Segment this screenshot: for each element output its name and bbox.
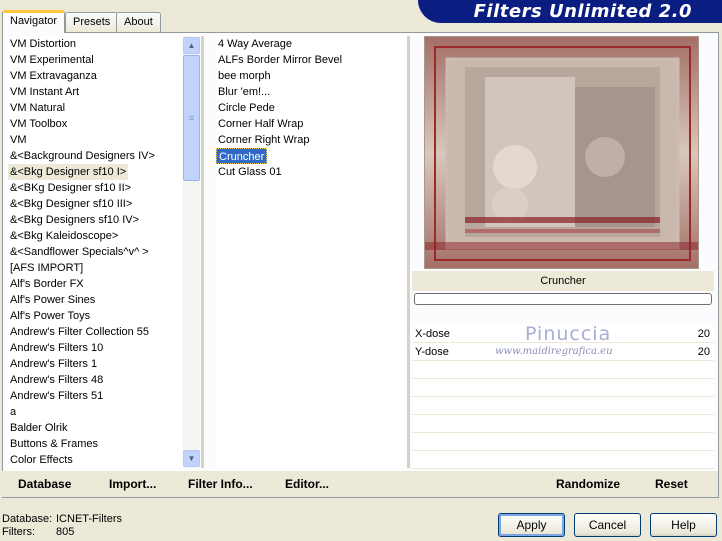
param-value: 20 (697, 346, 710, 358)
param-value: 20 (697, 328, 710, 340)
param-row-empty (412, 433, 714, 451)
chevron-down-icon: ▼ (187, 453, 196, 463)
category-item[interactable]: VM Distortion (8, 36, 78, 52)
category-item[interactable]: Andrew's Filters 51 (8, 388, 105, 404)
category-item[interactable]: Andrew's Filter Collection 55 (8, 324, 151, 340)
editor-link[interactable]: Editor... (285, 477, 329, 491)
category-scrollbar[interactable]: ▲ ≡ ▼ (183, 36, 200, 468)
preview-filter-name: Cruncher (412, 271, 714, 291)
category-item[interactable]: &<Bkg Designers sf10 IV> (8, 212, 141, 228)
category-item[interactable]: Buttons & Frames (8, 436, 100, 452)
category-item[interactable]: VM Toolbox (8, 116, 69, 132)
param-label: Y-dose (415, 346, 449, 358)
progress-bar (414, 293, 712, 305)
filter-item[interactable]: bee morph (216, 68, 273, 84)
category-item[interactable]: &<Bkg Kaleidoscope> (8, 228, 120, 244)
scroll-up-button[interactable]: ▲ (183, 37, 200, 54)
category-item[interactable]: Alf's Power Sines (8, 292, 97, 308)
status-filters-label: Filters: (2, 526, 35, 538)
param-row-empty (412, 361, 714, 379)
category-item[interactable]: Andrew's Filters 10 (8, 340, 105, 356)
tab-presets[interactable]: Presets (65, 12, 119, 32)
category-item[interactable]: VM (8, 132, 29, 148)
filter-item[interactable]: Cut Glass 01 (216, 164, 284, 180)
category-item[interactable]: Andrew's Filters 48 (8, 372, 105, 388)
category-item[interactable]: Color Effects (8, 452, 75, 468)
app-title: Filters Unlimited 2.0 (473, 1, 692, 22)
scroll-down-button[interactable]: ▼ (183, 450, 200, 467)
param-row-empty (412, 415, 714, 433)
preview-divider (407, 36, 410, 468)
status-database-value: ICNET-Filters (56, 513, 122, 525)
list-divider (201, 36, 204, 468)
scroll-thumb[interactable]: ≡ (183, 55, 200, 181)
category-item[interactable]: &<Bkg Designer sf10 I> (8, 164, 129, 180)
filter-info-link[interactable]: Filter Info... (188, 477, 253, 491)
category-item[interactable]: VM Instant Art (8, 84, 81, 100)
category-item[interactable]: [AFS IMPORT] (8, 260, 85, 276)
param-row-empty (412, 397, 714, 415)
cancel-button[interactable]: Cancel (574, 513, 641, 537)
randomize-link[interactable]: Randomize (556, 477, 620, 491)
status-info: Database: ICNET-Filters Filters: 805 (2, 513, 122, 539)
category-item[interactable]: Andrew's Filters 1 (8, 356, 99, 372)
reset-link[interactable]: Reset (655, 477, 688, 491)
tab-navigator[interactable]: Navigator (2, 10, 66, 33)
preview-image (424, 36, 699, 269)
apply-button[interactable]: Apply (498, 513, 565, 537)
filter-item[interactable]: 4 Way Average (216, 36, 294, 52)
category-item[interactable]: a (8, 404, 18, 420)
filter-item[interactable]: Corner Right Wrap (216, 132, 312, 148)
title-banner: Filters Unlimited 2.0 (418, 0, 722, 23)
tab-about[interactable]: About (116, 12, 161, 32)
category-item[interactable]: &<Bkg Designer sf10 III> (8, 196, 134, 212)
category-item[interactable]: VM Extravaganza (8, 68, 99, 84)
filter-item[interactable]: ALFs Border Mirror Bevel (216, 52, 344, 68)
category-item[interactable]: Alf's Border FX (8, 276, 86, 292)
category-item[interactable]: &<BKg Designer sf10 II> (8, 180, 133, 196)
param-row-empty (412, 379, 714, 397)
category-item[interactable]: Balder Olrik (8, 420, 69, 436)
help-button[interactable]: Help (650, 513, 717, 537)
watermark-name: Pinuccia (525, 323, 612, 345)
status-database-label: Database: (2, 513, 53, 525)
grip-icon: ≡ (188, 113, 195, 123)
category-item[interactable]: Alf's Power Toys (8, 308, 92, 324)
category-item[interactable]: &<Background Designers IV> (8, 148, 157, 164)
status-filters-value: 805 (56, 526, 75, 538)
database-link[interactable]: Database (18, 477, 71, 491)
filter-item[interactable]: Circle Pede (216, 100, 277, 116)
filter-item[interactable]: Blur 'em!... (216, 84, 272, 100)
param-row-empty (412, 451, 714, 469)
filter-item[interactable]: Corner Half Wrap (216, 116, 305, 132)
import-link[interactable]: Import... (109, 477, 156, 491)
category-item[interactable]: VM Experimental (8, 52, 96, 68)
filter-list[interactable]: 4 Way Average ALFs Border Mirror Bevel bee… (216, 36, 406, 468)
preview-graphic (425, 37, 698, 268)
param-label: X-dose (415, 328, 450, 340)
category-list[interactable]: VM Distortion VM Experimental VM Extravaga… (8, 36, 182, 468)
chevron-up-icon: ▲ (187, 40, 196, 50)
category-item[interactable]: VM Natural (8, 100, 67, 116)
filter-item[interactable]: Cruncher (216, 148, 268, 164)
watermark-url: www.maidiregrafica.eu (495, 346, 613, 357)
category-item[interactable]: &<Sandflower Specials^v^ > (8, 244, 151, 260)
